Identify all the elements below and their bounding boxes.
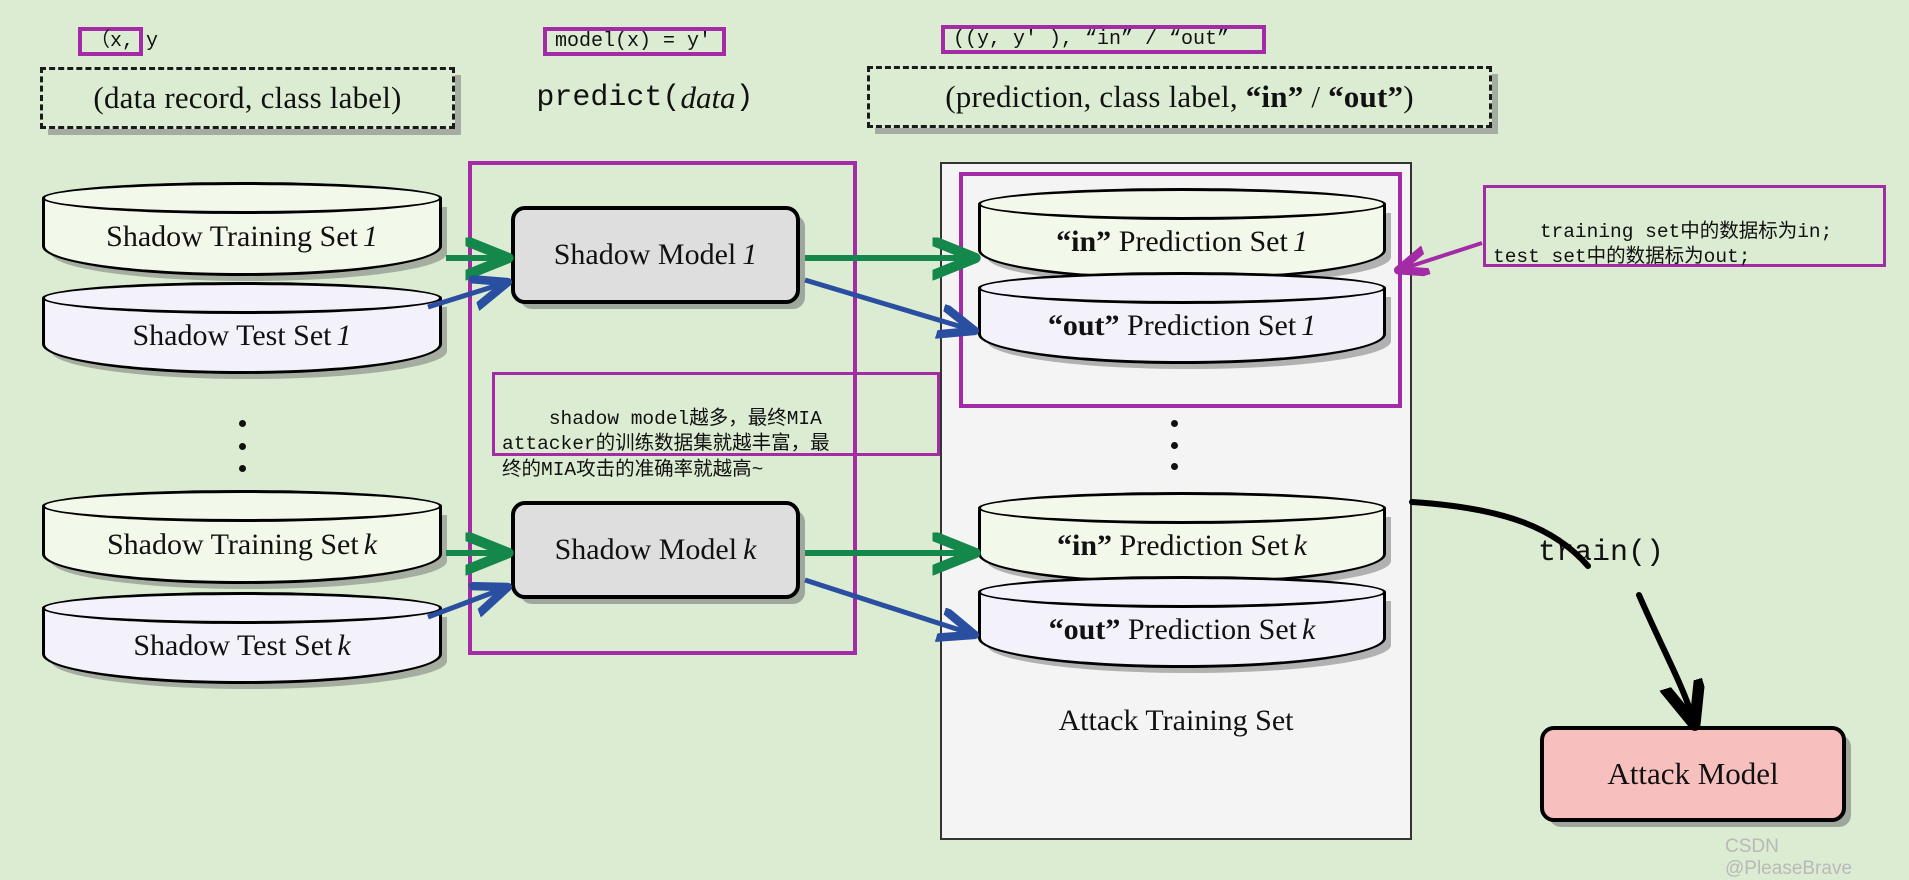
shadow-model-1-label: Shadow Model	[553, 238, 737, 271]
legend-prediction-suffix: )	[1403, 79, 1414, 114]
cylinder-in-prediction-set-1: “in” Prediction Set 1	[978, 188, 1386, 280]
cylinder-label: “in” Prediction Set k	[978, 508, 1386, 584]
cylinder-label-text: Prediction Set	[1119, 529, 1289, 562]
diagram-canvas: （x, y (data record, class label) model(x…	[0, 0, 1909, 879]
legend-prediction-text: (prediction, class label, “in” / “out”)	[945, 79, 1413, 115]
attack-model-label: Attack Model	[1607, 756, 1779, 791]
cylinder-label: Shadow Training Set k	[42, 506, 442, 584]
code-label-predict: model(x) = y'	[543, 27, 726, 56]
cylinder-label-index: 1	[362, 220, 378, 253]
legend-predict-close: )	[735, 81, 754, 115]
cylinder-label-text: Prediction Set	[1127, 613, 1297, 646]
legend-data-record-text: (data record, class label)	[93, 80, 402, 115]
cylinder-label-index: 1	[1301, 309, 1317, 342]
code-label-data-record: （x, y	[78, 27, 158, 56]
cylinder-label-text: Prediction Set	[1127, 309, 1297, 342]
legend-prediction-in: “in”	[1245, 79, 1304, 114]
shadow-model-1-box[interactable]: Shadow Model 1	[511, 206, 800, 304]
note-in-out-labelling-text: training set中的数据标为in; test set中的数据标为out;	[1493, 220, 1833, 269]
cylinder-label-quote: “out”	[1048, 613, 1121, 646]
cylinder-label-index: k	[1302, 613, 1316, 646]
cylinder-out-prediction-set-k: “out” Prediction Set k	[978, 576, 1386, 668]
cylinder-label: “out” Prediction Set 1	[978, 288, 1386, 364]
code-label-predict-text: model(x) = y'	[555, 29, 712, 53]
code-label-prediction-text: ((y, y' ), “in” / “out”	[953, 27, 1230, 51]
cylinder-shadow-training-set-1: Shadow Training Set 1	[42, 182, 442, 276]
cylinder-shadow-test-set-k: Shadow Test Set k	[42, 592, 442, 684]
cylinder-label-text: Prediction Set	[1118, 225, 1288, 258]
attack-model-box[interactable]: Attack Model	[1540, 726, 1846, 822]
ellipsis-prediction-column	[1170, 420, 1178, 470]
cylinder-label-index: k	[363, 528, 378, 561]
cylinder-label: “in” Prediction Set 1	[978, 204, 1386, 280]
legend-prediction-sep: /	[1303, 79, 1329, 114]
legend-prediction: (prediction, class label, “in” / “out”)	[867, 66, 1492, 128]
cylinder-label-text: Shadow Test Set	[133, 629, 333, 662]
cylinder-label-quote: “in”	[1056, 529, 1113, 562]
code-label-data-record-text: （x, y	[90, 29, 159, 53]
arrow-note-to-prediction-frame	[1405, 241, 1483, 268]
watermark: CSDN @PleaseBrave	[1725, 836, 1853, 879]
cylinder-label-quote: “out”	[1047, 309, 1120, 342]
cylinder-label-text: Shadow Training Set	[106, 528, 359, 561]
cylinder-label-index: k	[337, 629, 351, 662]
code-label-prediction: ((y, y' ), “in” / “out”	[941, 25, 1266, 54]
attack-training-set-label: Attack Training Set	[1058, 704, 1294, 737]
cylinder-label-text: Shadow Test Set	[132, 319, 332, 352]
arrow-train-to-attack-model	[1636, 592, 1692, 716]
legend-prediction-prefix: (prediction, class label,	[945, 79, 1246, 114]
note-in-out-labelling: training set中的数据标为in; test set中的数据标为out;	[1483, 185, 1886, 269]
cylinder-label-text: Shadow Training Set	[106, 220, 358, 253]
cylinder-label-index: k	[1293, 529, 1307, 562]
cylinder-label-index: 1	[336, 319, 352, 352]
legend-predict: predict(data)	[520, 67, 770, 129]
cylinder-label: Shadow Test Set 1	[42, 298, 442, 374]
shadow-model-1-index: 1	[742, 238, 758, 271]
cylinder-shadow-training-set-k: Shadow Training Set k	[42, 490, 442, 584]
note-shadow-model-count: shadow model越多，最终MIA attacker的训练数据集就越丰富，…	[492, 372, 940, 481]
cylinder-label-quote: “in”	[1056, 225, 1112, 258]
shadow-model-k-box[interactable]: Shadow Model k	[511, 501, 800, 599]
legend-prediction-out: “out”	[1328, 79, 1404, 114]
ellipsis-left-column	[238, 420, 246, 472]
cylinder-shadow-test-set-1: Shadow Test Set 1	[42, 282, 442, 374]
cylinder-label: Shadow Training Set 1	[42, 198, 442, 276]
cylinder-out-prediction-set-1: “out” Prediction Set 1	[978, 272, 1386, 364]
cylinder-in-prediction-set-k: “in” Prediction Set k	[978, 492, 1386, 584]
cylinder-label: Shadow Test Set k	[42, 608, 442, 684]
shadow-model-k-index: k	[743, 533, 757, 566]
cylinder-label: “out” Prediction Set k	[978, 592, 1386, 668]
legend-predict-call: predict(	[536, 81, 681, 115]
train-edge-label: train()	[1538, 536, 1665, 570]
cylinder-label-index: 1	[1292, 225, 1308, 258]
legend-data-record: (data record, class label)	[40, 67, 455, 129]
shadow-model-k-label: Shadow Model	[554, 533, 738, 566]
legend-predict-arg: data	[680, 80, 736, 115]
